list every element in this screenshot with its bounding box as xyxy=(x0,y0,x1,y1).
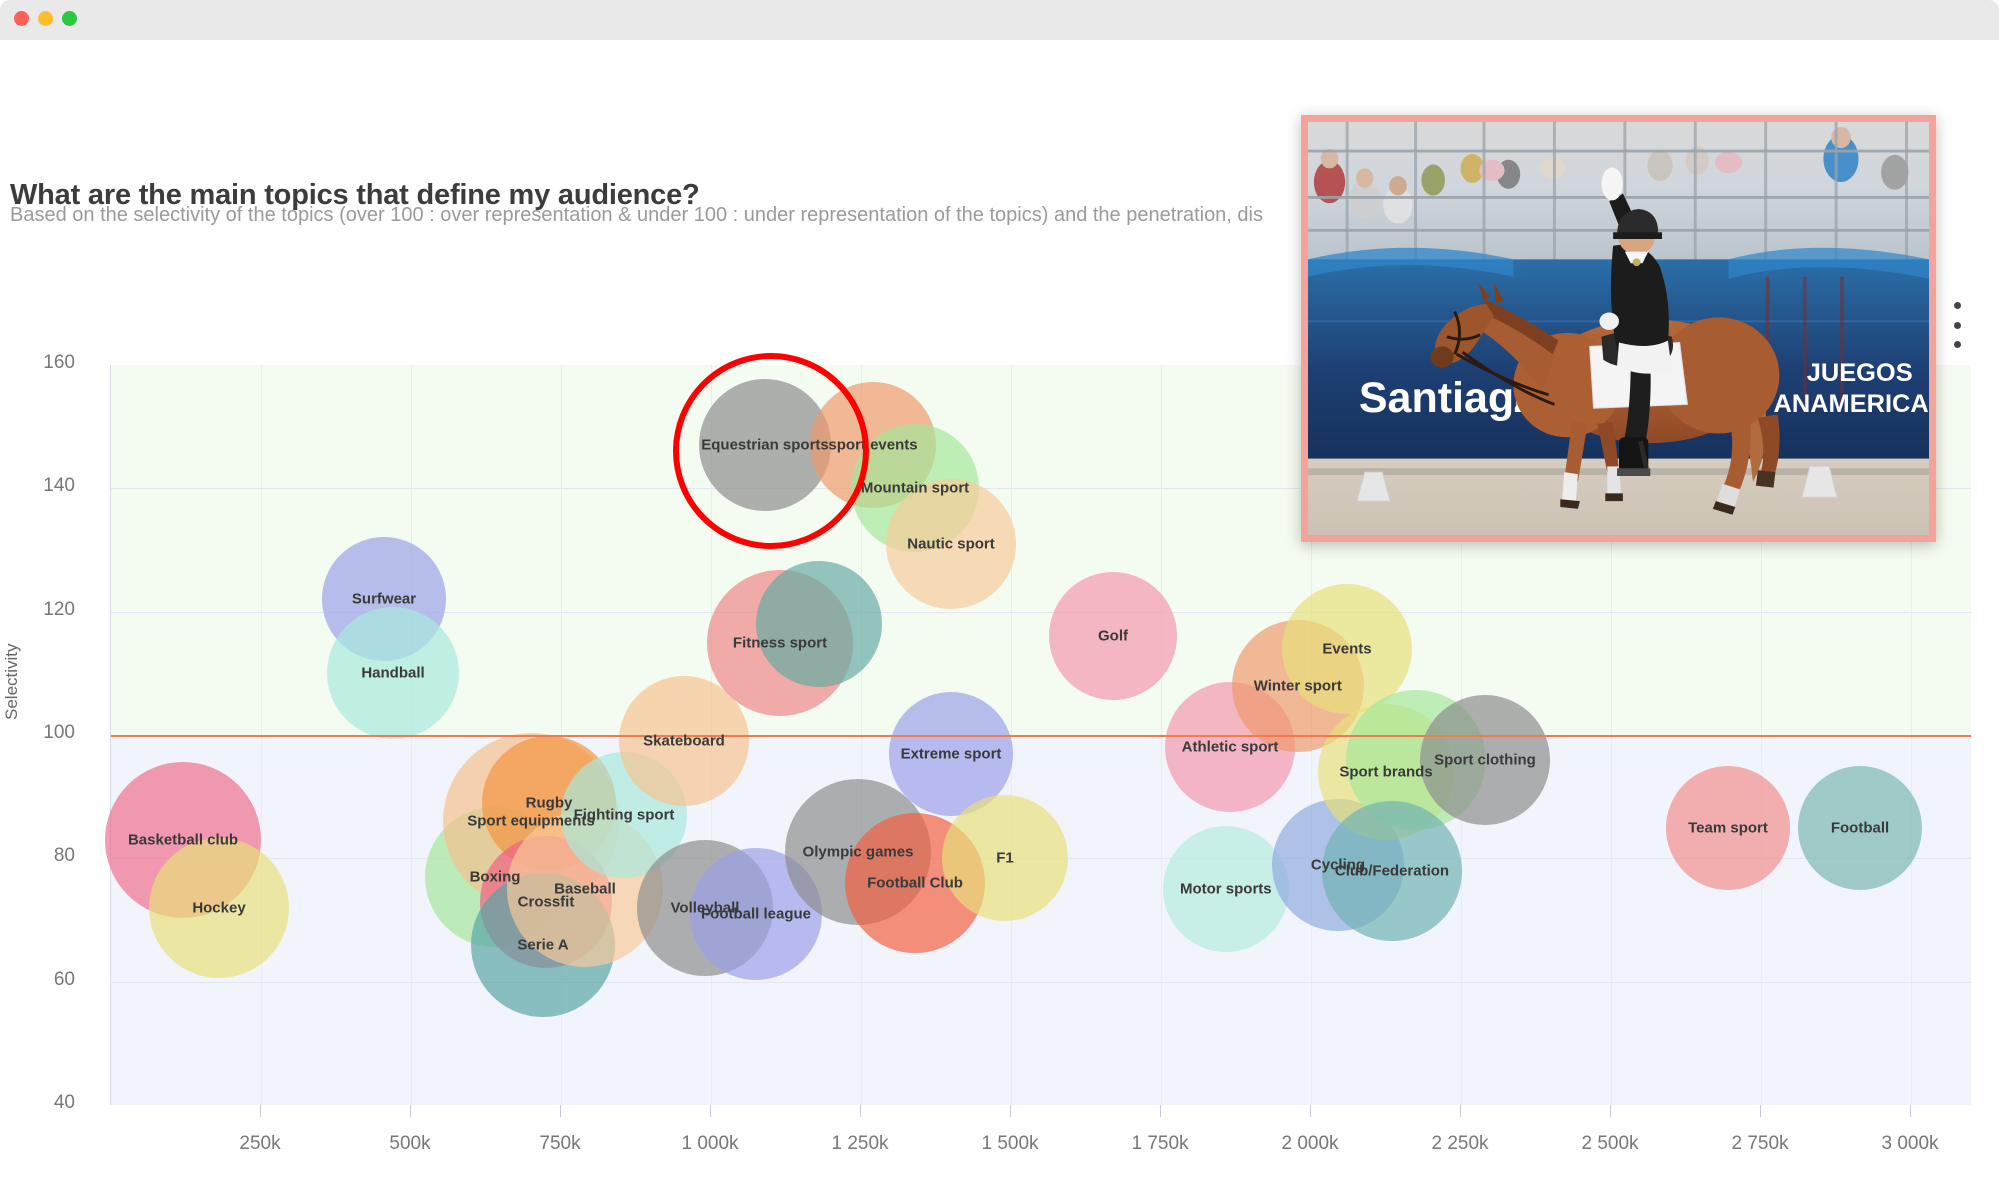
x-tick-label: 250k xyxy=(239,1133,281,1154)
x-tick-label: 1 250k xyxy=(831,1133,889,1154)
x-tick-label: 2 250k xyxy=(1431,1133,1489,1154)
window-title-bar xyxy=(0,0,1999,40)
selectivity-threshold-line xyxy=(111,735,1971,737)
close-window-button[interactable] xyxy=(14,11,29,26)
bubble-golf[interactable] xyxy=(1049,572,1177,701)
x-tick-mark xyxy=(860,1105,861,1117)
bubble-hockey[interactable] xyxy=(149,837,289,978)
x-tick-mark xyxy=(1310,1105,1311,1117)
maximize-window-button[interactable] xyxy=(62,11,77,26)
kebab-dot-1 xyxy=(1953,302,1961,309)
x-tick-label: 3 000k xyxy=(1881,1133,1939,1154)
bubble-football[interactable] xyxy=(1798,765,1922,890)
window-controls xyxy=(14,11,77,26)
x-tick-label: 500k xyxy=(389,1133,431,1154)
bubble-club-federation[interactable] xyxy=(1322,800,1462,941)
bubble-f1[interactable] xyxy=(942,795,1068,922)
page-body: What are the main topics that define my … xyxy=(0,40,1999,1185)
svg-text:ANAMERICANO: ANAMERICANO xyxy=(1774,390,1929,418)
bubble-sport-clothing[interactable] xyxy=(1420,694,1550,825)
x-tick-mark xyxy=(1910,1105,1911,1117)
bubble-fitness-sport-b[interactable] xyxy=(756,561,882,687)
kebab-dot-2 xyxy=(1953,321,1961,329)
x-tick-mark xyxy=(1010,1105,1011,1117)
x-tick-label: 1 000k xyxy=(681,1133,739,1154)
more-options-icon[interactable] xyxy=(1946,302,1968,348)
y-gridline xyxy=(111,981,1971,983)
kebab-dot-3 xyxy=(1953,341,1961,348)
svg-text:JUEGOS: JUEGOS xyxy=(1807,359,1913,387)
x-tick-mark xyxy=(1160,1105,1161,1117)
x-tick-mark xyxy=(1760,1105,1761,1117)
x-tick-label: 1 500k xyxy=(981,1133,1039,1154)
equestrian-photo-overlay[interactable]: Santiago 20 JUEGOS ANAMERICANO xyxy=(1301,115,1936,542)
x-tick-mark xyxy=(1460,1105,1461,1117)
x-tick-label: 2 750k xyxy=(1731,1133,1789,1154)
x-tick-mark xyxy=(710,1105,711,1117)
x-tick-label: 2 500k xyxy=(1581,1133,1639,1154)
bubble-nautic-sport[interactable] xyxy=(886,478,1016,609)
x-tick-mark xyxy=(410,1105,411,1117)
x-tick-label: 1 750k xyxy=(1131,1133,1189,1154)
minimize-window-button[interactable] xyxy=(38,11,53,26)
x-tick-label: 2 000k xyxy=(1281,1133,1339,1154)
x-tick-mark xyxy=(560,1105,561,1117)
equestrian-photo: Santiago 20 JUEGOS ANAMERICANO xyxy=(1308,122,1929,535)
bubble-team-sport[interactable] xyxy=(1666,765,1790,890)
bubble-handball[interactable] xyxy=(327,607,459,740)
x-tick-mark xyxy=(1610,1105,1611,1117)
x-tick-mark xyxy=(260,1105,261,1117)
x-tick-label: 750k xyxy=(539,1133,581,1154)
bubble-motor-sports[interactable] xyxy=(1162,826,1289,953)
